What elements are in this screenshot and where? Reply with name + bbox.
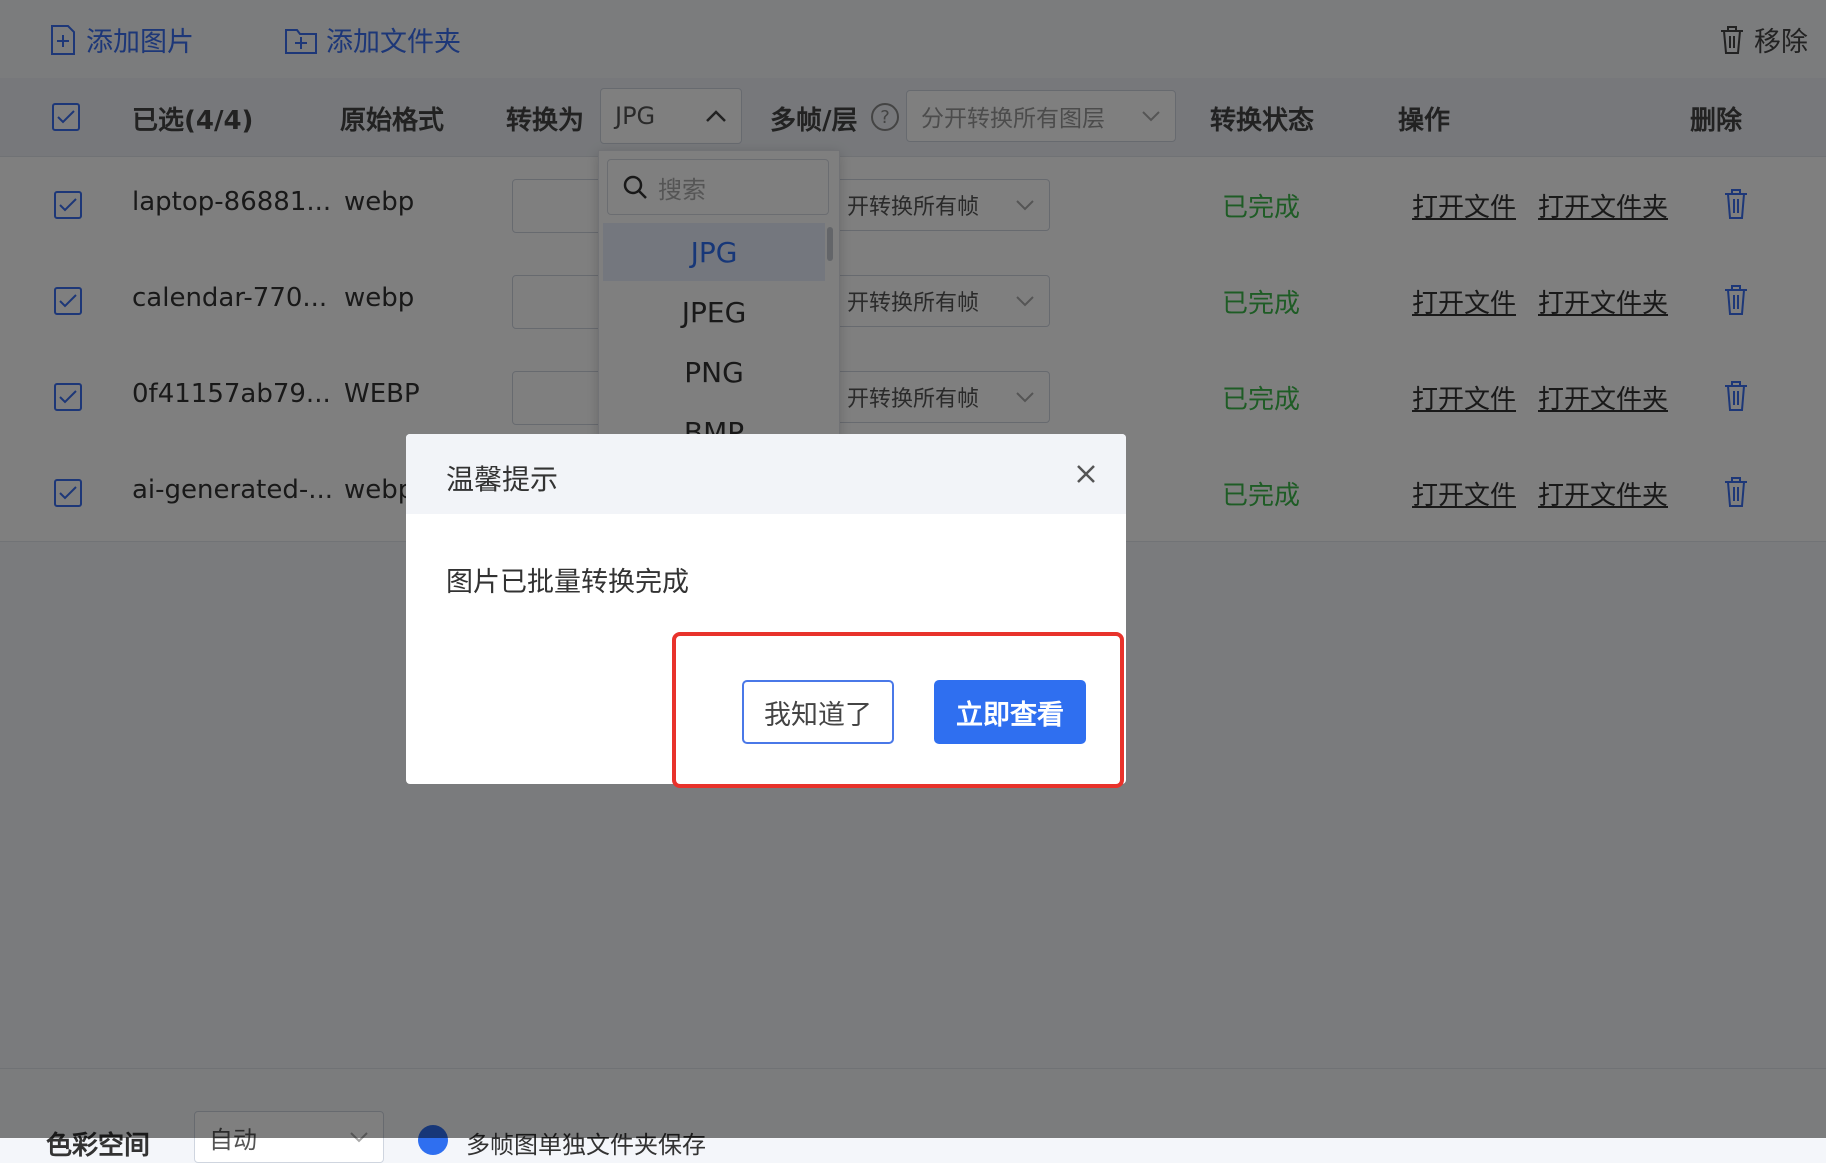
- dialog-title: 温馨提示: [446, 463, 559, 496]
- dialog-message: 图片已批量转换完成: [446, 567, 689, 598]
- highlight-box: [672, 632, 1124, 788]
- close-icon[interactable]: [1070, 458, 1102, 490]
- dialog-header: 温馨提示: [406, 434, 1126, 514]
